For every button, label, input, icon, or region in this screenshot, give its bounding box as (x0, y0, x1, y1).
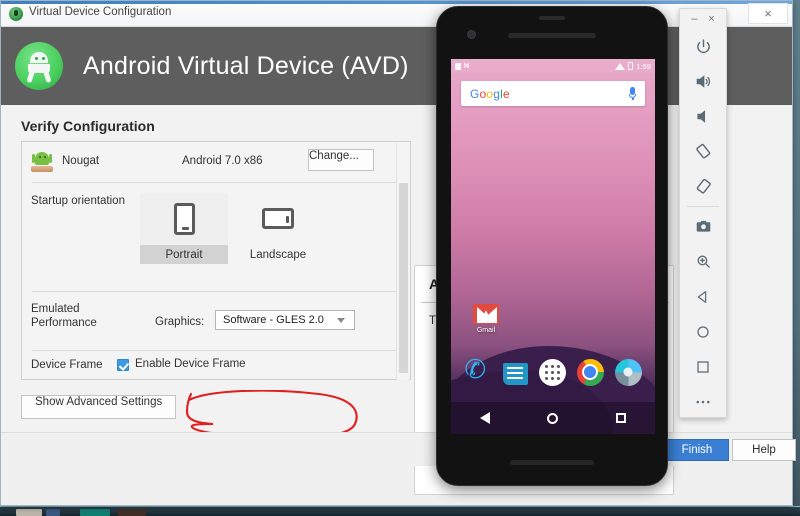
close-icon[interactable]: × (748, 3, 788, 24)
more-ellipsis-icon[interactable] (680, 384, 726, 419)
wifi-icon (615, 62, 626, 70)
orientation-option-portrait[interactable]: Portrait (140, 188, 228, 268)
config-scrollbar[interactable] (396, 143, 409, 380)
rotate-left-icon[interactable] (680, 134, 726, 169)
minimize-icon[interactable]: – (691, 13, 697, 25)
emulator-window-controls: – × (680, 9, 726, 29)
performance-label-line1: Emulated (31, 303, 80, 315)
pixel-phone-frame: N 1:59 Google Gmail (436, 6, 668, 486)
show-advanced-settings-button[interactable]: Show Advanced Settings (21, 395, 177, 419)
gmail-icon (473, 304, 499, 324)
android-emulator-window: N 1:59 Google Gmail ✆ – × (436, 6, 730, 488)
system-image-row: Nougat Android 7.0 x86 Change... (22, 142, 410, 182)
home-app-gmail[interactable]: Gmail (465, 304, 507, 334)
battery-icon (628, 62, 634, 70)
titlebar-accent (1, 1, 792, 4)
window-title: Virtual Device Configuration (29, 6, 172, 18)
phone-speaker (539, 16, 565, 20)
verify-configuration-panel: Nougat Android 7.0 x86 Change... Startup… (21, 141, 411, 380)
config-scrollbar-thumb[interactable] (399, 183, 408, 373)
device-frame-row: Device Frame Enable Device Frame (22, 351, 410, 381)
emulator-screen[interactable]: N 1:59 Google Gmail (451, 59, 655, 434)
home-icon[interactable] (680, 314, 726, 349)
phone-dialer-icon[interactable] (464, 358, 492, 386)
status-bar-clock: 1:59 (636, 61, 651, 71)
emulated-performance-row: Emulated Performance Graphics: Software … (22, 292, 410, 350)
section-title: Verify Configuration (21, 118, 155, 134)
android-nougat-bugdroid-icon (30, 150, 54, 174)
recents-icon[interactable] (616, 413, 627, 423)
microphone-icon[interactable] (629, 87, 636, 100)
orientation-option-landscape[interactable]: Landscape (234, 188, 322, 268)
volume-up-icon[interactable] (680, 64, 726, 99)
performance-label-line2: Performance (31, 317, 97, 329)
close-icon[interactable]: × (708, 13, 714, 25)
nfc-icon: N (464, 62, 470, 70)
enable-device-frame-label: Enable Device Frame (135, 358, 246, 370)
system-image-name: Nougat (62, 155, 100, 167)
google-search-widget[interactable]: Google (461, 81, 645, 106)
zoom-in-icon[interactable] (680, 244, 726, 279)
phone-landscape-icon (234, 193, 322, 245)
enable-device-frame-checkbox[interactable] (117, 359, 129, 371)
chrome-icon[interactable] (576, 358, 604, 386)
home-icon[interactable] (547, 412, 559, 424)
change-button[interactable]: Change... (308, 149, 374, 171)
emulated-performance-label: Emulated Performance (31, 302, 126, 330)
orientation-portrait-label: Portrait (140, 244, 228, 264)
android-icon (9, 7, 23, 21)
phone-camera (467, 30, 476, 39)
startup-orientation-row: Startup orientation Portrait Landscape (22, 183, 410, 291)
phone-portrait-icon (140, 192, 228, 245)
emulator-toolbar: – × (679, 8, 727, 418)
photos-icon[interactable] (614, 358, 642, 386)
startup-orientation-label: Startup orientation (31, 195, 125, 207)
chevron-down-icon (337, 317, 345, 323)
messages-icon[interactable] (503, 362, 529, 385)
device-frame-label: Device Frame (31, 359, 103, 371)
screenshot-camera-icon[interactable] (680, 209, 726, 244)
orientation-landscape-label: Landscape (249, 248, 307, 261)
power-icon[interactable] (680, 29, 726, 64)
graphics-selected-value: Software - GLES 2.0 (223, 314, 324, 326)
phone-earpiece (508, 33, 596, 38)
volume-down-icon[interactable] (680, 99, 726, 134)
divider (687, 206, 719, 207)
system-image-api: Android 7.0 x86 (182, 155, 263, 167)
android-dock (451, 352, 655, 392)
android-studio-logo (15, 42, 63, 90)
android-status-bar: N 1:59 (451, 59, 655, 73)
android-navigation-bar (451, 402, 655, 434)
all-apps-icon[interactable] (538, 358, 566, 386)
sim-icon (455, 62, 461, 70)
google-logo: Google (470, 86, 510, 101)
back-icon[interactable] (479, 412, 490, 424)
overview-icon[interactable] (680, 349, 726, 384)
graphics-label: Graphics: (155, 316, 205, 328)
rotate-right-icon[interactable] (680, 169, 726, 204)
page-title: Android Virtual Device (AVD) (83, 51, 409, 80)
taskbar[interactable] (0, 506, 800, 516)
home-app-label: Gmail (476, 327, 496, 334)
help-button[interactable]: Help (732, 439, 796, 461)
back-icon[interactable] (680, 279, 726, 314)
phone-bottom-speaker (510, 460, 594, 465)
graphics-dropdown[interactable]: Software - GLES 2.0 (215, 310, 355, 330)
